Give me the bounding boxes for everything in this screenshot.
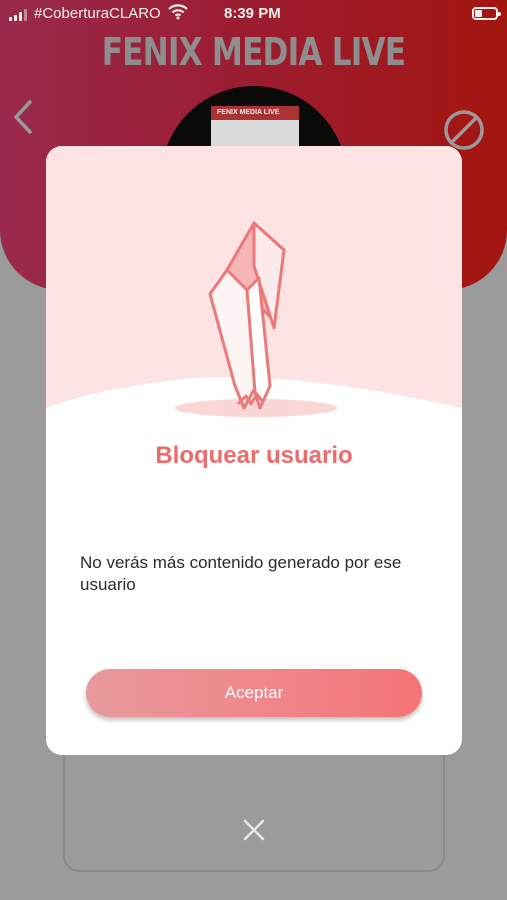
app-title: FENIX MEDIA LIVE	[101, 30, 406, 74]
close-icon[interactable]	[242, 818, 266, 842]
status-bar: #CoberturaCLARO 8:39 PM	[0, 0, 507, 28]
chevron-left-icon[interactable]	[10, 98, 36, 136]
accept-button[interactable]: Aceptar	[86, 669, 422, 717]
wifi-icon	[168, 4, 188, 20]
battery-icon	[472, 7, 501, 20]
clock: 8:39 PM	[224, 5, 281, 22]
carrier-name: #CoberturaCLARO	[34, 5, 161, 22]
avatar-thumbnail-text: FENIX MEDIA LIVE	[217, 109, 280, 116]
signal-icon	[9, 9, 29, 21]
dialog-title: Bloquear usuario	[155, 442, 353, 469]
paper-tear-illustration	[46, 146, 462, 417]
dialog-message: No verás más contenido generado por ese …	[80, 553, 402, 594]
block-user-dialog: Bloquear usuario No verás más contenido …	[46, 146, 462, 755]
